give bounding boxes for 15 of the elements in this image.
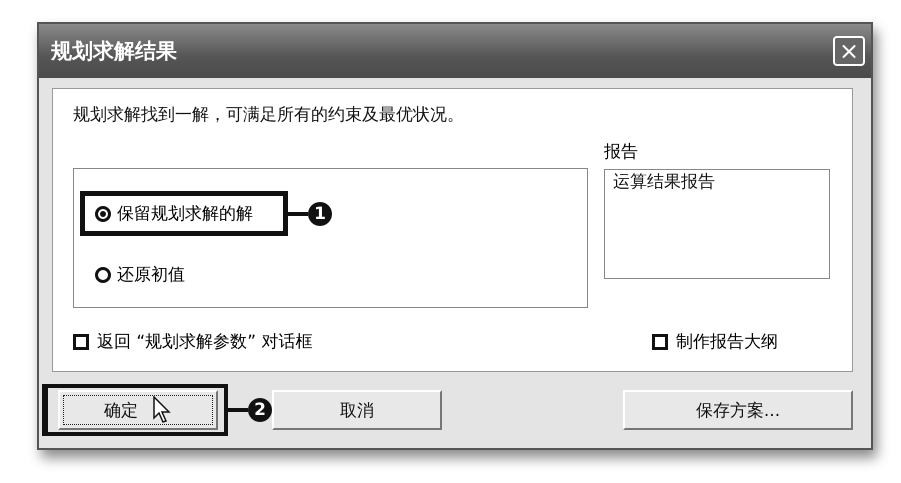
list-item[interactable]: 运算结果报告 xyxy=(613,170,821,193)
radio-option[interactable]: 还原初值 xyxy=(80,252,220,297)
callout-badge: 1 xyxy=(308,202,332,226)
reports-label: 报告 xyxy=(604,141,639,163)
dialog-button[interactable]: 保存方案... xyxy=(623,390,853,430)
reports-list[interactable]: 运算结果报告 xyxy=(604,169,830,279)
window-title: 规划求解结果 xyxy=(51,38,177,65)
close-button[interactable]: × xyxy=(833,36,865,66)
dialog-button[interactable]: 取消 xyxy=(272,390,442,430)
ok-button[interactable]: 确定 xyxy=(58,390,218,430)
checkbox-option[interactable]: 返回 “规划求解参数” 对话框 xyxy=(73,330,312,353)
checkbox-option[interactable]: 制作报告大纲 xyxy=(652,330,778,353)
result-message: 规划求解找到一解，可满足所有的约束及最优状况。 xyxy=(73,104,465,126)
radio-option[interactable]: 保留规划求解的解 xyxy=(80,191,288,236)
callout-badge: 2 xyxy=(248,398,272,422)
